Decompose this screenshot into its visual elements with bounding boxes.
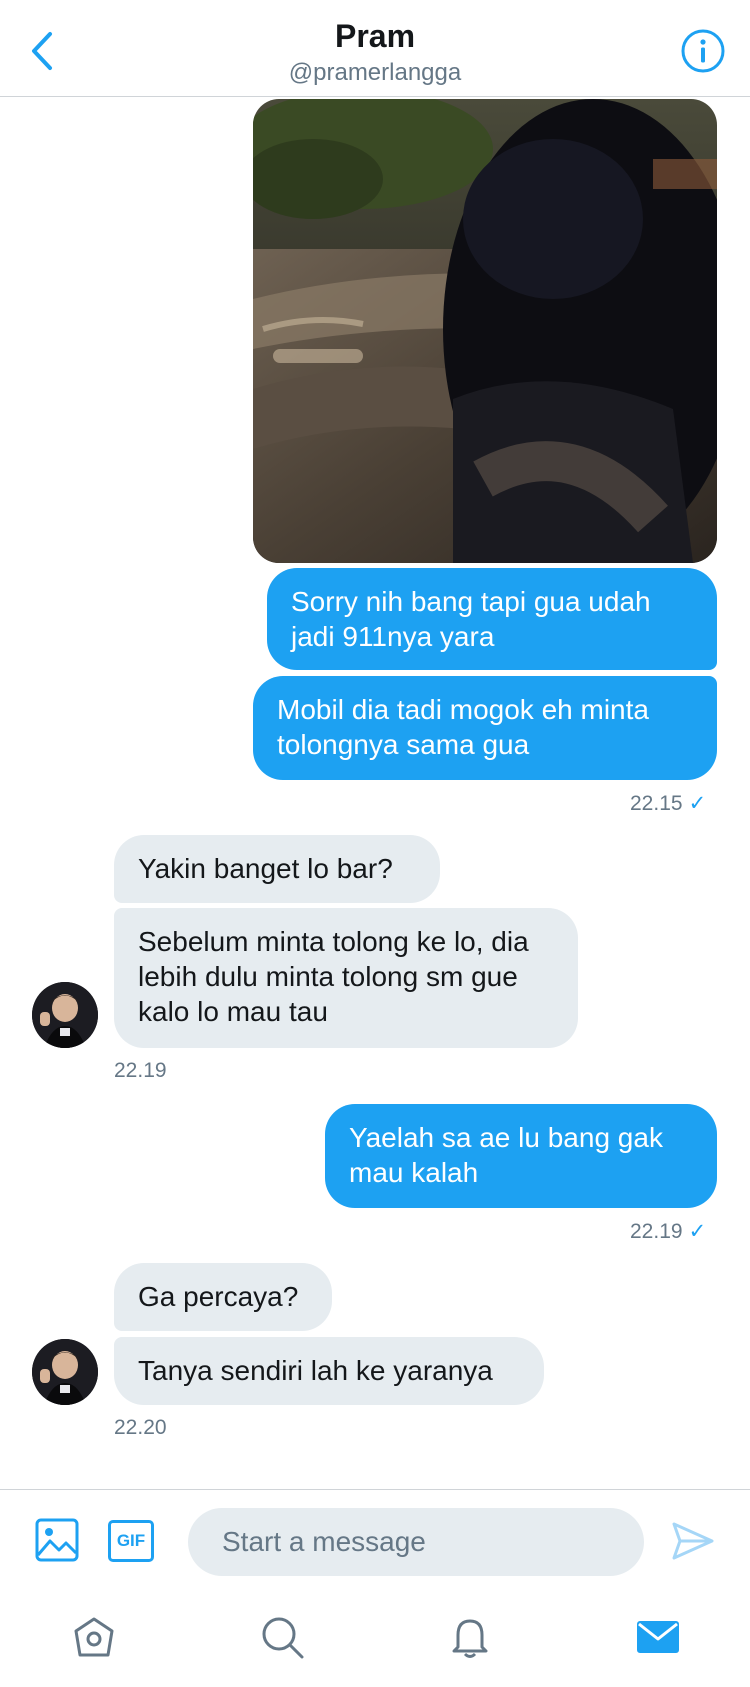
- car-interior-photo: [253, 99, 717, 563]
- conversation-header: Pram @pramerlangga: [0, 0, 750, 97]
- home-icon[interactable]: [70, 1613, 118, 1661]
- photo-message[interactable]: [253, 99, 717, 563]
- contact-name[interactable]: Pram: [0, 18, 750, 55]
- avatar[interactable]: [32, 1339, 98, 1405]
- incoming-message[interactable]: Yakin banget lo bar?: [114, 835, 440, 903]
- incoming-message[interactable]: Sebelum minta tolong ke lo, dia lebih du…: [114, 908, 578, 1048]
- bottom-tab-bar: [0, 1597, 750, 1687]
- incoming-message[interactable]: Tanya sendiri lah ke yaranya: [114, 1337, 544, 1405]
- read-check-icon: ✓: [688, 1220, 707, 1243]
- contact-handle[interactable]: @pramerlangga: [0, 59, 750, 87]
- incoming-message[interactable]: Ga percaya?: [114, 1263, 332, 1331]
- message-timestamp: 22.19: [114, 1059, 167, 1082]
- bell-icon[interactable]: [446, 1613, 494, 1661]
- mail-icon[interactable]: [634, 1613, 682, 1661]
- outgoing-message[interactable]: Mobil dia tadi mogok eh minta tolongnya …: [253, 676, 717, 780]
- search-icon[interactable]: [258, 1613, 306, 1661]
- gif-button[interactable]: GIF: [108, 1520, 154, 1562]
- outgoing-message[interactable]: Sorry nih bang tapi gua udah jadi 911nya…: [267, 568, 717, 670]
- outgoing-message[interactable]: Yaelah sa ae lu bang gak mau kalah: [325, 1104, 717, 1208]
- info-icon[interactable]: [680, 28, 726, 74]
- message-timestamp: 22.19 ✓: [630, 1220, 707, 1243]
- message-input[interactable]: Start a message: [188, 1508, 644, 1576]
- message-timestamp: 22.15 ✓: [630, 792, 707, 815]
- send-icon[interactable]: [670, 1518, 716, 1564]
- read-check-icon: ✓: [688, 792, 707, 815]
- image-icon[interactable]: [34, 1517, 80, 1563]
- message-timestamp: 22.20: [114, 1416, 167, 1439]
- avatar[interactable]: [32, 982, 98, 1048]
- message-composer: GIF Start a message: [0, 1489, 750, 1597]
